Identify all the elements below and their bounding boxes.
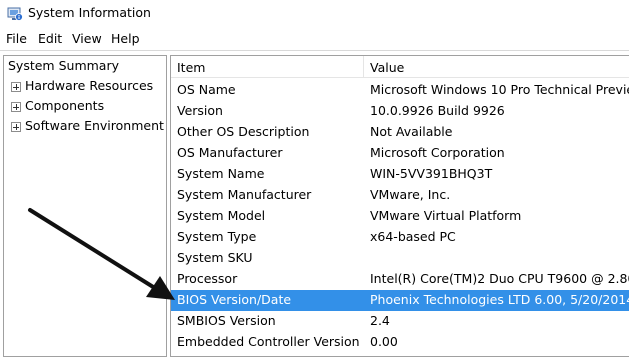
column-header-label: Value <box>370 60 405 75</box>
plus-box-icon[interactable] <box>11 122 21 132</box>
table-row[interactable]: Version 10.0.9926 Build 9926 <box>171 101 629 122</box>
row-item-cell: OS Name <box>177 82 236 97</box>
row-item-cell: Processor <box>177 271 238 286</box>
menu-file[interactable]: File <box>6 31 27 46</box>
table-row[interactable]: OS Name Microsoft Windows 10 Pro Technica… <box>171 80 629 101</box>
tree-item-label: Components <box>25 98 105 113</box>
system-information-icon <box>7 7 23 21</box>
window-title: System Information <box>28 5 151 20</box>
category-tree[interactable]: System Summary Hardware Resources Compon… <box>3 55 167 357</box>
title-bar: System Information <box>0 0 629 28</box>
tree-item-system-summary[interactable]: System Summary <box>8 58 119 73</box>
row-item-cell: Other OS Description <box>177 124 310 139</box>
menu-help[interactable]: Help <box>111 31 140 46</box>
row-item-cell: Version <box>177 103 223 118</box>
column-header-value[interactable]: Value <box>364 56 629 78</box>
row-item-cell: System Model <box>177 208 266 223</box>
menu-bar: File Edit View Help <box>0 28 629 51</box>
details-list[interactable]: Item Value OS Name Microsoft Windows 10 P… <box>170 55 629 357</box>
table-row[interactable]: Processor Intel(R) Core(TM)2 Duo CPU T960… <box>171 269 629 290</box>
plus-box-icon[interactable] <box>11 102 21 112</box>
row-item-cell: SMBIOS Version <box>177 313 276 328</box>
table-row[interactable]: SMBIOS Version 2.4 <box>171 311 629 332</box>
row-item-cell: Embedded Controller Version <box>177 334 360 349</box>
table-row[interactable]: System Manufacturer VMware, Inc. <box>171 185 629 206</box>
row-item-cell: System Name <box>177 166 265 181</box>
menu-edit[interactable]: Edit <box>38 31 62 46</box>
row-value-cell: VMware, Inc. <box>370 187 451 202</box>
table-row[interactable]: System Type x64-based PC <box>171 227 629 248</box>
table-row[interactable]: BIOS Version/Date Phoenix Technologies LT… <box>171 290 629 311</box>
row-value-cell: 2.4 <box>370 313 390 328</box>
column-header-item[interactable]: Item <box>171 56 364 78</box>
row-value-cell: 0.00 <box>370 334 398 349</box>
row-value-cell: x64-based PC <box>370 229 456 244</box>
row-value-cell: Intel(R) Core(TM)2 Duo CPU T9600 @ 2.80 <box>370 271 629 286</box>
row-value-cell: Not Available <box>370 124 453 139</box>
table-row[interactable]: Other OS Description Not Available <box>171 122 629 143</box>
row-value-cell: Microsoft Windows 10 Pro Technical Previ… <box>370 82 629 97</box>
tree-item-label: Hardware Resources <box>25 78 154 93</box>
row-item-cell: BIOS Version/Date <box>177 292 292 307</box>
row-value-cell: 10.0.9926 Build 9926 <box>370 103 505 118</box>
menu-view[interactable]: View <box>72 31 102 46</box>
table-row[interactable]: System Model VMware Virtual Platform <box>171 206 629 227</box>
row-value-cell: Phoenix Technologies LTD 6.00, 5/20/2014 <box>370 292 629 307</box>
tree-item-label: Software Environment <box>25 118 164 133</box>
row-value-cell: VMware Virtual Platform <box>370 208 522 223</box>
column-header-label: Item <box>177 60 206 75</box>
table-row[interactable]: System Name WIN-5VV391BHQ3T <box>171 164 629 185</box>
table-row[interactable]: System SKU <box>171 248 629 269</box>
row-item-cell: System Type <box>177 229 257 244</box>
table-row[interactable]: Embedded Controller Version 0.00 <box>171 332 629 353</box>
row-value-cell: Microsoft Corporation <box>370 145 505 160</box>
row-value-cell: WIN-5VV391BHQ3T <box>370 166 493 181</box>
table-row[interactable]: OS Manufacturer Microsoft Corporation <box>171 143 629 164</box>
row-item-cell: System Manufacturer <box>177 187 312 202</box>
row-item-cell: OS Manufacturer <box>177 145 283 160</box>
plus-box-icon[interactable] <box>11 82 21 92</box>
row-item-cell: System SKU <box>177 250 253 265</box>
